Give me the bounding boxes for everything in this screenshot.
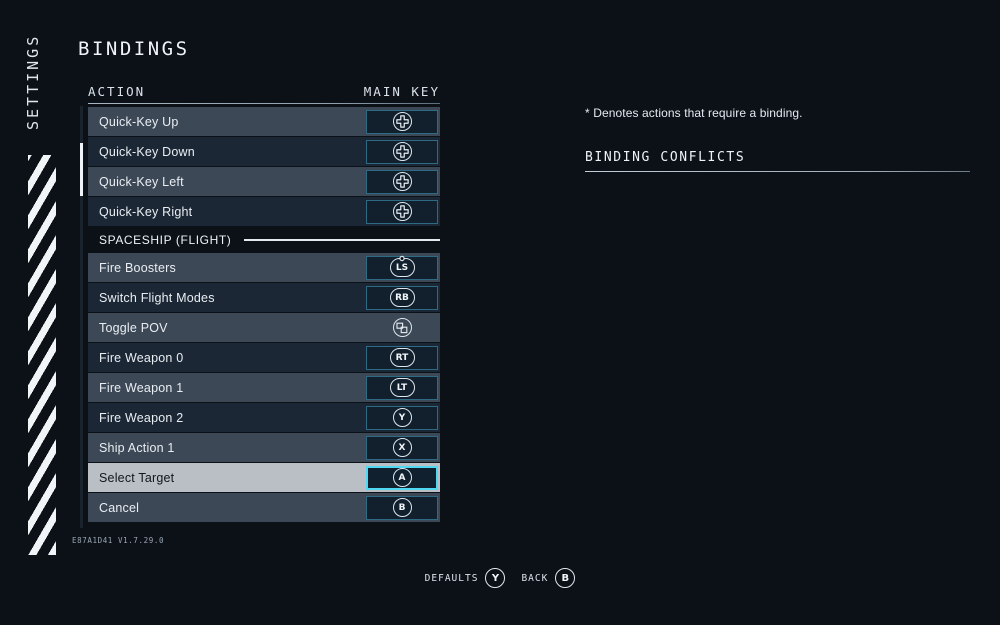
dpad-icon [392,142,412,161]
binding-key-button[interactable]: X [366,435,438,460]
dpad-icon [392,172,412,191]
binding-key-button[interactable] [366,109,438,134]
column-header-divider [88,103,440,104]
binding-row[interactable]: Cancel B [88,493,440,523]
footer-actions: DEFAULTS Y BACK B [0,568,1000,588]
binding-key-button[interactable]: LS [366,255,438,280]
button-glyph-lt-icon: LT [389,378,415,397]
binding-action-label: Ship Action 1 [99,440,175,455]
binding-action-label: Fire Boosters [99,260,176,275]
binding-key-button[interactable]: LT [366,375,438,400]
binding-action-label: Fire Weapon 1 [99,380,184,395]
button-glyph-rt-icon: RT [389,348,415,367]
page-title: BINDINGS [78,38,190,60]
button-glyph-b-icon: B [392,498,412,517]
binding-row[interactable]: Ship Action 1 X [88,433,440,463]
binding-key-button[interactable] [366,169,438,194]
bindings-scrollbar-thumb[interactable] [80,143,83,196]
binding-row[interactable]: Toggle POV [88,313,440,343]
decorative-stripes [28,155,56,555]
bindings-list: Quick-Key Up Quick-Key Down Quick-Key Left… [88,107,440,523]
binding-key-button[interactable] [366,316,438,340]
section-header-label: SPACESHIP (FLIGHT) [99,233,232,247]
binding-row[interactable]: Quick-Key Down [88,137,440,167]
button-glyph-y-icon: Y [485,568,506,588]
binding-key-button[interactable] [366,139,438,164]
settings-rail: SETTINGS [0,0,62,625]
column-header-row: ACTION MAIN KEY [88,84,440,106]
button-glyph-a-icon: A [392,468,412,487]
dpad-icon [392,112,412,131]
binding-row[interactable]: Quick-Key Right [88,197,440,227]
binding-action-label: Toggle POV [99,320,168,335]
stick-press-notch-icon [400,257,404,260]
column-header-action: ACTION [88,84,146,99]
binding-action-label: Cancel [99,500,140,515]
footer-button-defaults[interactable]: DEFAULTS Y [425,568,506,588]
binding-row[interactable]: Fire Boosters LS [88,253,440,283]
section-header: SPACESHIP (FLIGHT) [88,227,440,253]
binding-action-label: Quick-Key Left [99,174,184,189]
settings-vertical-label: SETTINGS [24,33,42,130]
info-panel: * Denotes actions that require a binding… [585,106,970,172]
binding-required-note: * Denotes actions that require a binding… [585,106,803,120]
footer-button-back[interactable]: BACK B [521,568,576,588]
column-header-main-key: MAIN KEY [363,84,440,99]
binding-action-label: Quick-Key Right [99,204,193,219]
binding-conflicts-heading: BINDING CONFLICTS [585,150,746,165]
binding-action-label: Quick-Key Down [99,144,195,159]
binding-action-label: Fire Weapon 0 [99,350,184,365]
binding-action-label: Select Target [99,470,175,485]
button-glyph-b-icon: B [555,568,576,588]
binding-row[interactable]: Select Target A [88,463,440,493]
binding-row[interactable]: Fire Weapon 2 Y [88,403,440,433]
binding-key-button[interactable]: A [366,465,438,490]
build-version-label: E87A1D41 V1.7.29.0 [72,536,165,545]
binding-row[interactable]: Quick-Key Left [88,167,440,197]
toggle-pov-icon [392,318,412,337]
footer-button-label: DEFAULTS [424,572,479,584]
button-glyph-ls-icon: LS [389,257,415,277]
button-glyph-y-icon: Y [392,408,412,427]
binding-key-button[interactable]: RT [366,345,438,370]
binding-key-button[interactable] [366,199,438,224]
binding-row[interactable]: Fire Weapon 1 LT [88,373,440,403]
binding-row[interactable]: Switch Flight Modes RB [88,283,440,313]
button-glyph-x-icon: X [392,438,412,457]
binding-action-label: Quick-Key Up [99,114,179,129]
binding-key-button[interactable]: RB [366,285,438,310]
dpad-icon [392,202,412,221]
binding-row[interactable]: Fire Weapon 0 RT [88,343,440,373]
button-glyph-rb-icon: RB [389,288,415,307]
binding-key-button[interactable]: B [366,495,438,520]
binding-key-button[interactable]: Y [366,405,438,430]
binding-action-label: Fire Weapon 2 [99,410,184,425]
binding-action-label: Switch Flight Modes [99,290,215,305]
section-header-rule [244,239,440,241]
binding-row[interactable]: Quick-Key Up [88,107,440,137]
footer-button-label: BACK [521,572,549,584]
binding-conflicts-divider [585,171,970,172]
